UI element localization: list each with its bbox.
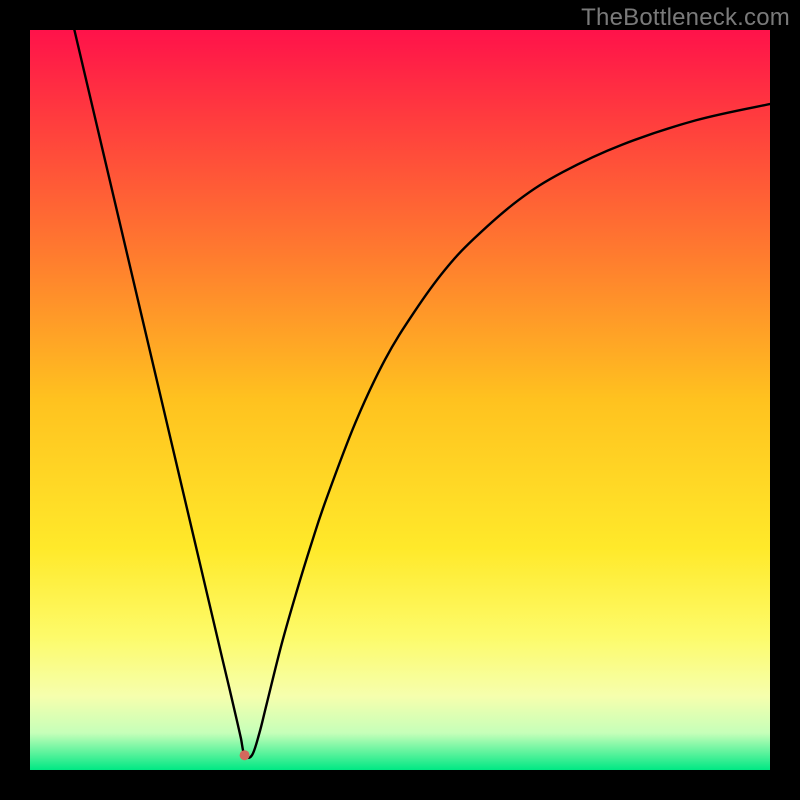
gradient-background bbox=[30, 30, 770, 770]
plot-area bbox=[30, 30, 770, 770]
minimum-marker bbox=[240, 750, 250, 760]
chart-frame: TheBottleneck.com bbox=[0, 0, 800, 800]
watermark-text: TheBottleneck.com bbox=[581, 4, 790, 32]
chart-svg bbox=[30, 30, 770, 770]
